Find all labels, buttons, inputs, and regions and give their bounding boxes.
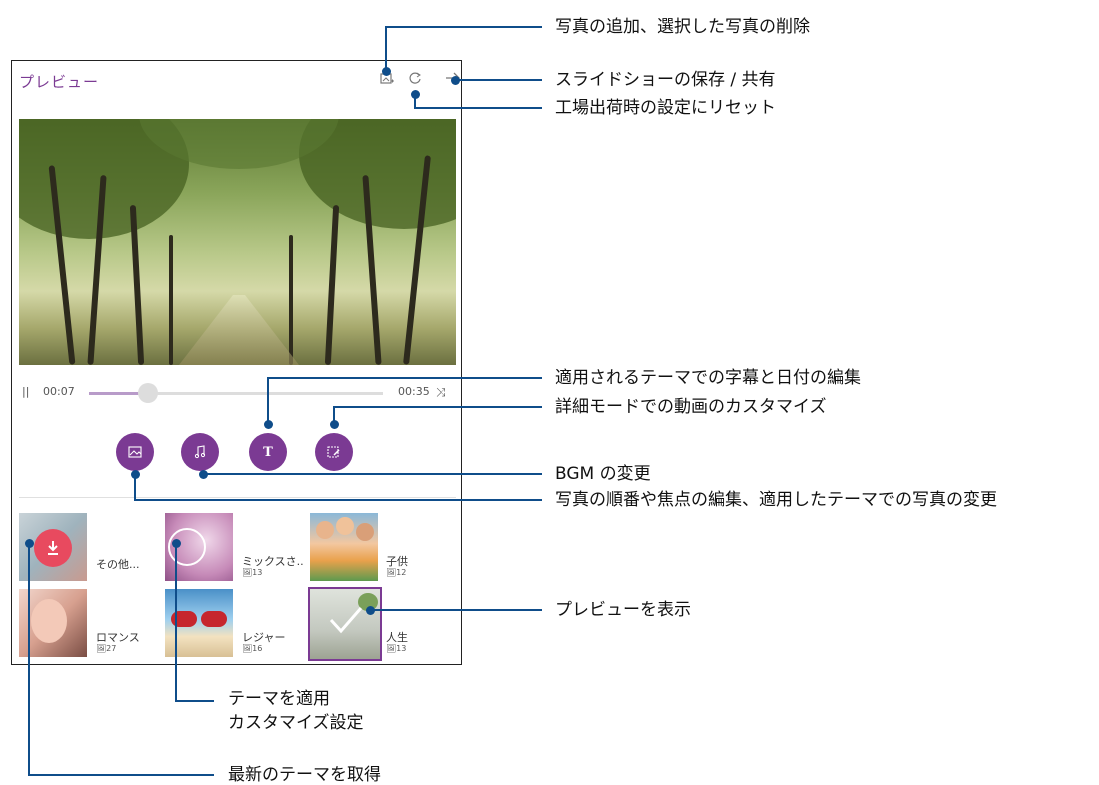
callout-preview: プレビューを表示: [555, 600, 691, 620]
callout-dot: [131, 470, 140, 479]
callout-dot: [172, 539, 181, 548]
callout-dot: [366, 606, 375, 615]
callout-save-share: スライドショーの保存 / 共有: [555, 70, 776, 90]
callout-get-latest: 最新のテーマを取得: [228, 765, 381, 785]
callout-apply-theme-1: テーマを適用: [228, 689, 330, 709]
callout-dot: [382, 67, 391, 76]
callout-reset: 工場出荷時の設定にリセット: [555, 98, 776, 118]
callout-photo-order: 写真の順番や焦点の編集、適用したテーマでの写真の変更: [555, 490, 997, 510]
callout-add-remove-photos: 写真の追加、選択した写真の削除: [555, 17, 810, 37]
callout-bgm: BGM の変更: [555, 464, 651, 484]
callout-advanced-mode: 詳細モードでの動画のカスタマイズ: [555, 397, 827, 417]
callout-lines: [28, 26, 542, 776]
callout-dot: [411, 90, 420, 99]
callout-dot: [199, 470, 208, 479]
callout-dot: [451, 76, 460, 85]
callout-apply-theme-2: カスタマイズ設定: [228, 713, 364, 733]
callout-dot: [264, 420, 273, 429]
callout-dot: [25, 539, 34, 548]
callout-edit-captions: 適用されるテーマでの字幕と日付の編集: [555, 368, 861, 388]
callout-dot: [330, 420, 339, 429]
